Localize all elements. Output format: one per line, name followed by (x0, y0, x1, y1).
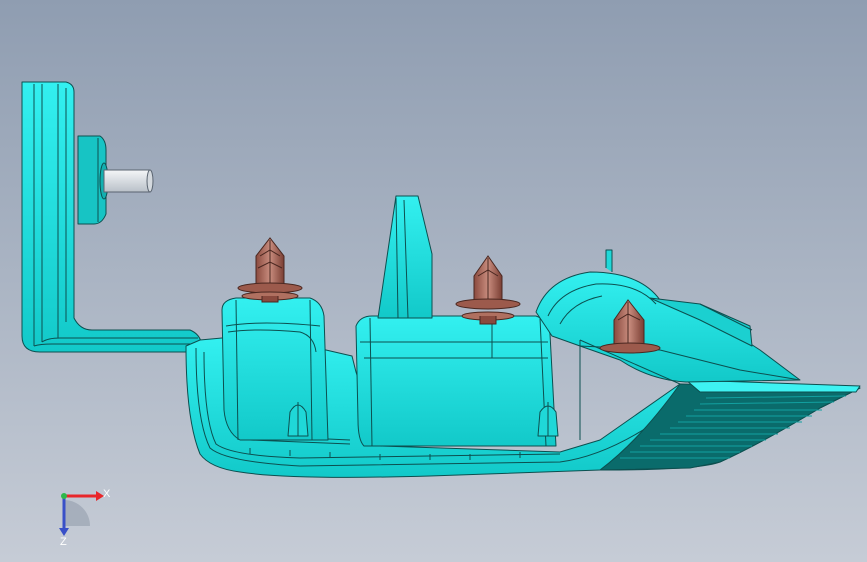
viewport-background (0, 0, 867, 562)
left-tower[interactable] (221, 297, 329, 441)
z-axis-label: Z (60, 536, 67, 548)
x-axis-label: X (103, 488, 111, 500)
viewport-canvas[interactable]: X Z (0, 0, 867, 562)
cad-graphics-viewport[interactable]: X Z (0, 0, 867, 562)
guide-pin[interactable] (103, 169, 154, 193)
y-axis-dot-icon (61, 493, 67, 499)
